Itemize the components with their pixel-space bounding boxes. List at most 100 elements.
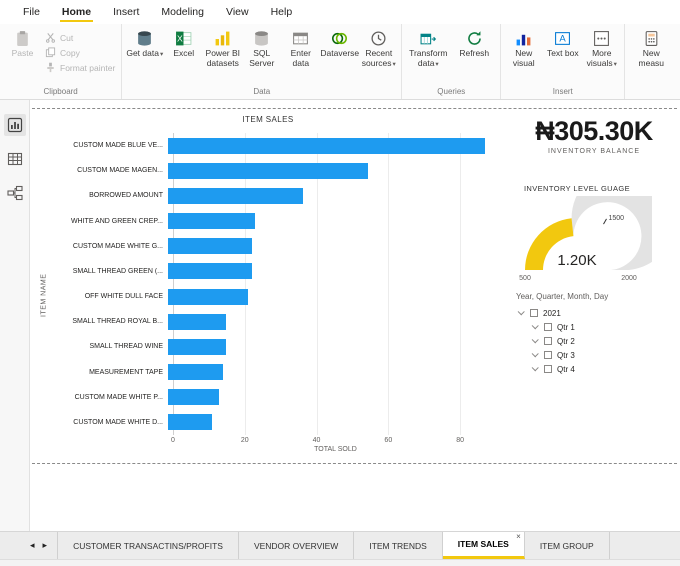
get-data-button[interactable]: Get data▾ bbox=[125, 26, 164, 62]
get-data-label: Get data▾ bbox=[126, 48, 164, 58]
slicer-item-qtr4[interactable]: Qtr 4 bbox=[530, 362, 676, 376]
sql-server-label: SQL Server bbox=[249, 48, 275, 68]
data-view-button[interactable] bbox=[4, 148, 26, 170]
chevron-down-icon[interactable] bbox=[517, 307, 525, 315]
tab-customer-transactions-profits[interactable]: CUSTOMER TRANSACTINS/PROFITS bbox=[57, 532, 239, 559]
sql-server-button[interactable]: SQL Server bbox=[242, 26, 281, 72]
slicer-visual[interactable]: Year, Quarter, Month, Day 2021 Qtr 1 Qtr… bbox=[516, 292, 676, 376]
bar[interactable] bbox=[168, 389, 220, 406]
gauge-max-label: 2000 bbox=[621, 275, 637, 282]
bar-category-label: SMALL THREAD ROYAL B... bbox=[72, 318, 163, 326]
menu-help[interactable]: Help bbox=[260, 0, 304, 24]
gauge-title: INVENTORY LEVEL GUAGE bbox=[523, 184, 631, 193]
tab-item-group[interactable]: ITEM GROUP bbox=[525, 532, 610, 559]
checkbox-qtr2[interactable] bbox=[544, 337, 552, 345]
enter-data-button[interactable]: Enter data bbox=[281, 26, 320, 72]
tab-label: ITEM GROUP bbox=[539, 540, 594, 551]
bar-row: CUSTOM MADE MAGEN... bbox=[50, 158, 496, 183]
chevron-down-icon[interactable] bbox=[531, 349, 539, 357]
bar-category-label: OFF WHITE DULL FACE bbox=[84, 293, 163, 301]
bar[interactable] bbox=[168, 137, 486, 154]
transform-data-button[interactable]: Transform data▾ bbox=[405, 26, 451, 72]
powerbi-datasets-button[interactable]: Power BI datasets bbox=[203, 26, 242, 72]
bar-row: SMALL THREAD ROYAL B... bbox=[50, 309, 496, 334]
menu-insert[interactable]: Insert bbox=[102, 0, 150, 24]
checkbox-qtr4[interactable] bbox=[544, 365, 552, 373]
ribbon-group-insert: New visual A Text box More visuals▾ Inse… bbox=[501, 24, 626, 99]
paste-button[interactable]: Paste bbox=[3, 26, 42, 62]
refresh-icon bbox=[464, 29, 484, 47]
report-view-button[interactable] bbox=[3, 114, 26, 136]
refresh-button[interactable]: Refresh bbox=[451, 26, 497, 62]
status-strip bbox=[0, 559, 680, 566]
new-visual-button[interactable]: New visual bbox=[504, 26, 543, 72]
bar[interactable] bbox=[168, 364, 223, 381]
new-measure-button[interactable]: New measu bbox=[628, 26, 674, 72]
tab-scroll-right-button[interactable]: ▸ bbox=[39, 532, 52, 559]
ribbon-group-queries: Transform data▾ Refresh Queries bbox=[402, 24, 502, 99]
slicer-item-label: Qtr 1 bbox=[557, 322, 575, 332]
new-visual-label: New visual bbox=[512, 48, 535, 68]
menu-view[interactable]: View bbox=[215, 0, 260, 24]
bar-row: WHITE AND GREEN CREP... bbox=[50, 209, 496, 234]
recent-sources-button[interactable]: Recent sources▾ bbox=[359, 26, 398, 72]
more-visuals-button[interactable]: More visuals▾ bbox=[582, 26, 621, 72]
model-view-button[interactable] bbox=[4, 182, 26, 204]
tab-item-trends[interactable]: ITEM TRENDS bbox=[354, 532, 443, 559]
chevron-down-icon[interactable] bbox=[531, 363, 539, 371]
checkbox-2021[interactable] bbox=[530, 309, 538, 317]
menubar: File Home Insert Modeling View Help bbox=[0, 0, 680, 24]
bar[interactable] bbox=[168, 263, 252, 280]
slicer-item-qtr3[interactable]: Qtr 3 bbox=[530, 348, 676, 362]
database-icon bbox=[135, 29, 155, 47]
bar[interactable] bbox=[168, 213, 256, 230]
text-box-button[interactable]: A Text box bbox=[543, 26, 582, 62]
bar-chart-visual[interactable]: ITEM SALES ITEM NAME CUSTOM MADE BLUE VE… bbox=[32, 109, 504, 461]
gauge-target-label: 1500 bbox=[609, 215, 625, 222]
gauge-svg: 1500 1.20K 500 2000 bbox=[519, 166, 676, 282]
slicer-item-qtr2[interactable]: Qtr 2 bbox=[530, 334, 676, 348]
dataverse-button[interactable]: Dataverse bbox=[320, 26, 359, 62]
chevron-down-icon[interactable] bbox=[531, 321, 539, 329]
menu-home[interactable]: Home bbox=[51, 0, 102, 24]
menu-modeling[interactable]: Modeling bbox=[150, 0, 215, 24]
gauge-visual[interactable]: INVENTORY LEVEL GUAGE 1500 1.20K 500 200… bbox=[488, 166, 676, 289]
cut-label: Cut bbox=[60, 32, 74, 43]
close-icon[interactable]: × bbox=[516, 532, 521, 541]
bar[interactable] bbox=[168, 414, 212, 431]
checkbox-qtr3[interactable] bbox=[544, 351, 552, 359]
bar-row: SMALL THREAD GREEN (... bbox=[50, 259, 496, 284]
copy-label: Copy bbox=[60, 47, 80, 58]
tab-label: ITEM SALES bbox=[457, 539, 509, 549]
slicer-item-qtr1[interactable]: Qtr 1 bbox=[530, 320, 676, 334]
tab-item-sales[interactable]: ITEM SALES × bbox=[442, 532, 525, 559]
checkbox-qtr1[interactable] bbox=[544, 323, 552, 331]
tab-label: CUSTOMER TRANSACTINS/PROFITS bbox=[73, 540, 223, 551]
excel-button[interactable]: X Excel bbox=[164, 26, 203, 62]
tab-vendor-overview[interactable]: VENDOR OVERVIEW bbox=[239, 532, 355, 559]
format-painter-button[interactable]: Format painter bbox=[42, 60, 118, 75]
copy-button[interactable]: Copy bbox=[42, 45, 118, 60]
cut-button[interactable]: Cut bbox=[42, 30, 118, 45]
dataverse-label: Dataverse bbox=[320, 48, 360, 58]
paste-label: Paste bbox=[11, 48, 34, 58]
bar[interactable] bbox=[168, 288, 249, 305]
bar[interactable] bbox=[168, 313, 227, 330]
menu-file[interactable]: File bbox=[12, 0, 51, 24]
chevron-down-icon[interactable] bbox=[531, 335, 539, 343]
text-box-icon: A bbox=[553, 29, 573, 47]
table-pencil-icon bbox=[291, 29, 311, 47]
bar[interactable] bbox=[168, 238, 252, 255]
card-visual[interactable]: ₦305.30K INVENTORY BALANCE bbox=[510, 116, 678, 155]
insert-group-label: Insert bbox=[552, 87, 573, 96]
transform-table-icon bbox=[418, 29, 438, 47]
bar[interactable] bbox=[168, 162, 369, 179]
chevron-down-icon: ▾ bbox=[392, 60, 396, 68]
x-axis-title: TOTAL SOLD bbox=[314, 446, 357, 453]
bar[interactable] bbox=[168, 187, 303, 204]
bar[interactable] bbox=[168, 338, 227, 355]
report-canvas[interactable]: ITEM SALES ITEM NAME CUSTOM MADE BLUE VE… bbox=[30, 100, 680, 531]
transform-data-label: Transform data▾ bbox=[409, 48, 448, 68]
slicer-item-2021[interactable]: 2021 bbox=[516, 306, 676, 320]
tab-scroll-left-button[interactable]: ◂ bbox=[26, 532, 39, 559]
